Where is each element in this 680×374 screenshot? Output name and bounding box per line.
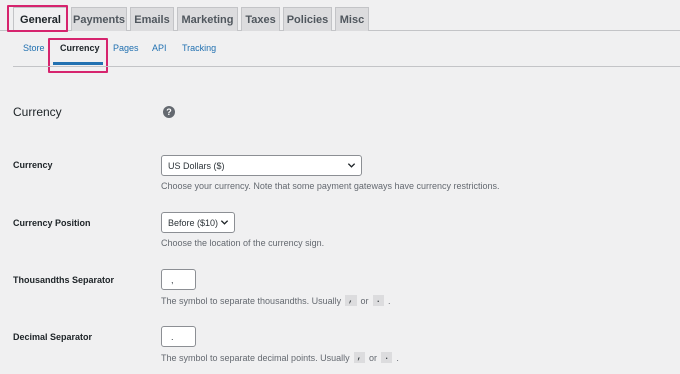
currency-select-value: US Dollars ($) <box>168 160 225 171</box>
thousands-code-comma: , <box>345 295 357 306</box>
chevron-down-icon <box>220 220 229 225</box>
subnav-currency-highlight <box>48 38 108 73</box>
decimal-or: or <box>369 352 378 363</box>
currency-position-value: Before ($10) <box>168 217 219 228</box>
decimal-separator-input[interactable]: . <box>161 326 196 347</box>
thousands-separator-input[interactable]: , <box>161 269 196 290</box>
thousands-suffix: . <box>387 295 391 306</box>
currency-position-label: Currency Position <box>13 218 91 228</box>
divider <box>13 66 680 67</box>
decimal-separator-label: Decimal Separator <box>13 332 93 342</box>
chevron-down-icon <box>347 163 356 168</box>
subnav-pages[interactable]: Pages <box>113 43 139 53</box>
subnav-tracking[interactable]: Tracking <box>182 43 216 53</box>
tab-payments[interactable]: Payments <box>71 7 127 31</box>
tab-misc[interactable]: Misc <box>335 7 369 31</box>
decimal-code-comma: , <box>353 352 365 363</box>
decimal-separator-description: The symbol to separate decimal points. U… <box>161 352 399 363</box>
thousands-separator-label: Thousandths Separator <box>13 275 115 285</box>
currency-description: Choose your currency. Note that some pay… <box>161 181 500 191</box>
subnav-store[interactable]: Store <box>23 43 45 53</box>
thousands-separator-description: The symbol to separate thousandths. Usua… <box>161 295 390 306</box>
subnav-api[interactable]: API <box>152 43 167 53</box>
tab-general-highlight <box>7 5 68 32</box>
tab-emails[interactable]: Emails <box>130 7 174 31</box>
thousands-or: or <box>360 295 369 306</box>
section-title: Currency <box>13 105 62 119</box>
thousands-description-text: The symbol to separate thousandths. Usua… <box>161 295 342 306</box>
tab-taxes[interactable]: Taxes <box>241 7 280 31</box>
decimal-description-text: The symbol to separate decimal points. U… <box>161 352 350 363</box>
tab-marketing[interactable]: Marketing <box>177 7 238 31</box>
currency-select[interactable]: US Dollars ($) <box>161 155 362 176</box>
currency-position-description: Choose the location of the currency sign… <box>161 238 325 248</box>
tab-policies[interactable]: Policies <box>283 7 332 31</box>
decimal-code-period: . <box>381 352 393 363</box>
currency-label: Currency <box>13 160 53 170</box>
currency-position-select[interactable]: Before ($10) <box>161 212 235 233</box>
settings-tab-bar: General Payments Emails Marketing Taxes … <box>0 0 680 32</box>
decimal-suffix: . <box>396 352 399 363</box>
thousands-code-period: . <box>372 295 384 306</box>
help-icon[interactable]: ? <box>163 106 175 118</box>
